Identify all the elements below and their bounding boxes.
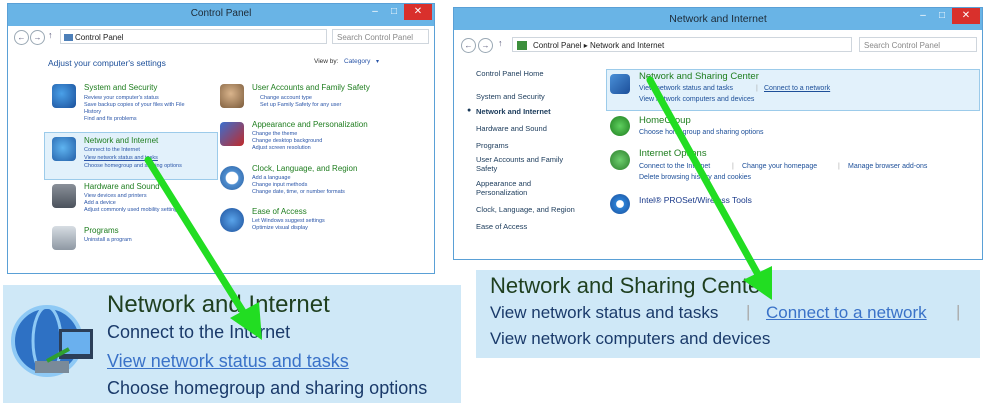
arrow-left <box>144 156 262 340</box>
arrow-right <box>646 76 772 300</box>
annotation-arrows <box>144 76 772 340</box>
